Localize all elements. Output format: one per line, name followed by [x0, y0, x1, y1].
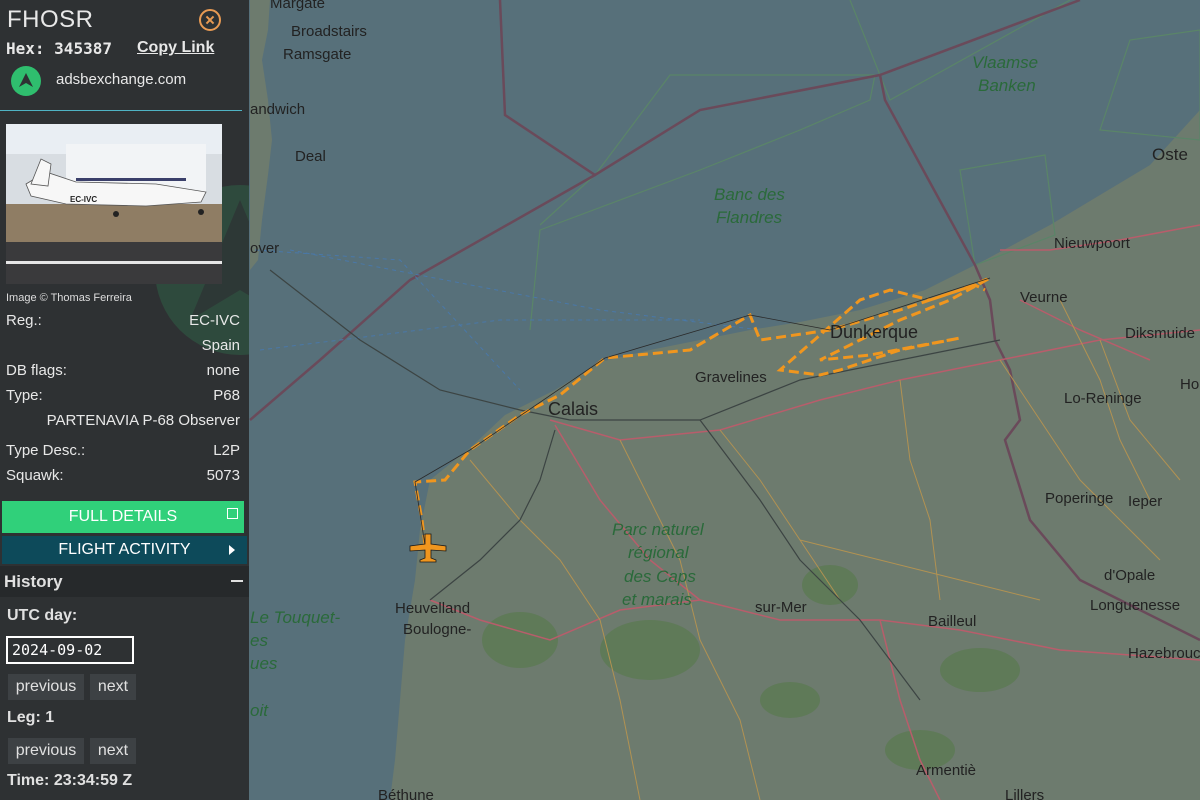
logo-glyph-icon — [19, 73, 33, 87]
map-label: Boulogne- — [403, 621, 471, 638]
map-label: Longuenesse — [1090, 597, 1180, 614]
collapse-icon[interactable] — [231, 580, 243, 582]
map-label: Deal — [295, 148, 326, 165]
reg-value: EC-IVC — [189, 312, 240, 329]
date-input[interactable] — [6, 636, 134, 664]
copy-link[interactable]: Copy Link — [137, 39, 214, 57]
map-label: Flandres — [716, 208, 783, 227]
map-label: over — [250, 240, 279, 257]
map-label: Banken — [978, 76, 1036, 95]
full-details-button[interactable]: FULL DETAILS — [2, 501, 244, 533]
map-label: es — [250, 631, 268, 650]
db-flags-value: none — [206, 362, 240, 379]
type-label: Type: — [6, 387, 43, 404]
map-label: Banc des — [714, 185, 785, 204]
map-label: Oste — [1152, 145, 1188, 164]
map-label: Béthune — [378, 787, 434, 800]
map-label: d'Opale — [1104, 567, 1155, 584]
map-label: régional — [628, 543, 690, 562]
map-label: Broadstairs — [291, 23, 367, 40]
hex-label: Hex: — [6, 39, 45, 58]
history-header[interactable]: History — [0, 566, 249, 597]
map-label: Poperinge — [1045, 490, 1113, 507]
flight-activity-label: FLIGHT ACTIVITY — [58, 541, 191, 558]
reg-label: Reg.: — [6, 312, 42, 329]
map-label: Nieuwpoort — [1054, 235, 1131, 252]
map-label: Diksmuide — [1125, 325, 1195, 342]
map-label: Margate — [270, 0, 325, 12]
squawk-label: Squawk: — [6, 467, 64, 484]
adsbexchange-logo-icon — [11, 66, 41, 96]
map-label: Armentiè — [916, 762, 976, 779]
map-label: Heuvelland — [395, 600, 470, 617]
photo-credit: Image © Thomas Ferreira — [6, 292, 132, 304]
map-label: Le Touquet- — [250, 608, 340, 627]
map-label: oit — [250, 701, 269, 720]
type-desc-label: Type Desc.: — [6, 442, 86, 459]
hex-value: 345387 — [54, 39, 112, 58]
map-label: Parc naturel — [612, 520, 705, 539]
full-details-label: FULL DETAILS — [68, 508, 178, 525]
map-label: Lo-Reninge — [1064, 390, 1142, 407]
type-name-value: PARTENAVIA P-68 Observer — [46, 412, 240, 429]
map-label: Vlaamse — [972, 53, 1038, 72]
aircraft-photo[interactable]: EC-IVC — [6, 124, 222, 284]
time-label: Time: 23:34:59 Z — [7, 772, 133, 789]
map-label: Dunkerque — [830, 322, 918, 342]
close-icon[interactable] — [199, 9, 221, 31]
previous-leg-button[interactable]: previous — [8, 738, 84, 764]
photo-registration: EC-IVC — [70, 195, 97, 204]
map-label: des Caps — [624, 567, 696, 586]
map-label: andwich — [250, 101, 305, 118]
map-label: Ieper — [1128, 493, 1162, 510]
leg-label: Leg: 1 — [7, 709, 55, 726]
map-label: et marais — [622, 590, 692, 609]
type-desc-value: L2P — [213, 442, 240, 459]
map-label: Lillers — [1005, 787, 1044, 800]
aircraft-info-panel: FHOSR Hex: 345387 Copy Link adsbexchange… — [0, 0, 249, 800]
utc-day-label: UTC day: — [7, 607, 78, 624]
source-link[interactable]: adsbexchange.com — [56, 71, 186, 88]
map-label: Calais — [548, 399, 598, 419]
divider — [0, 110, 242, 111]
map-label: Ramsgate — [283, 46, 351, 63]
type-value: P68 — [213, 387, 240, 404]
map-label: Veurne — [1020, 289, 1068, 306]
hex-row: Hex: 345387 — [6, 39, 112, 58]
flight-activity-button[interactable]: FLIGHT ACTIVITY — [2, 536, 247, 564]
history-title: History — [4, 572, 63, 591]
chevron-right-icon — [229, 545, 235, 555]
next-day-button[interactable]: next — [90, 674, 136, 700]
map-label: sur-Mer — [755, 599, 807, 616]
squawk-value: 5073 — [206, 467, 240, 484]
previous-day-button[interactable]: previous — [8, 674, 84, 700]
db-flags-label: DB flags: — [6, 362, 67, 379]
map-label: Gravelines — [695, 369, 767, 386]
external-link-icon — [227, 508, 238, 519]
map-label: Hazebrouck — [1128, 645, 1200, 662]
map-label: Ho — [1180, 376, 1199, 393]
map-label: Bailleul — [928, 613, 976, 630]
map-label: ues — [250, 654, 278, 673]
callsign: FHOSR — [7, 6, 94, 33]
next-leg-button[interactable]: next — [90, 738, 136, 764]
country-value: Spain — [201, 337, 240, 354]
